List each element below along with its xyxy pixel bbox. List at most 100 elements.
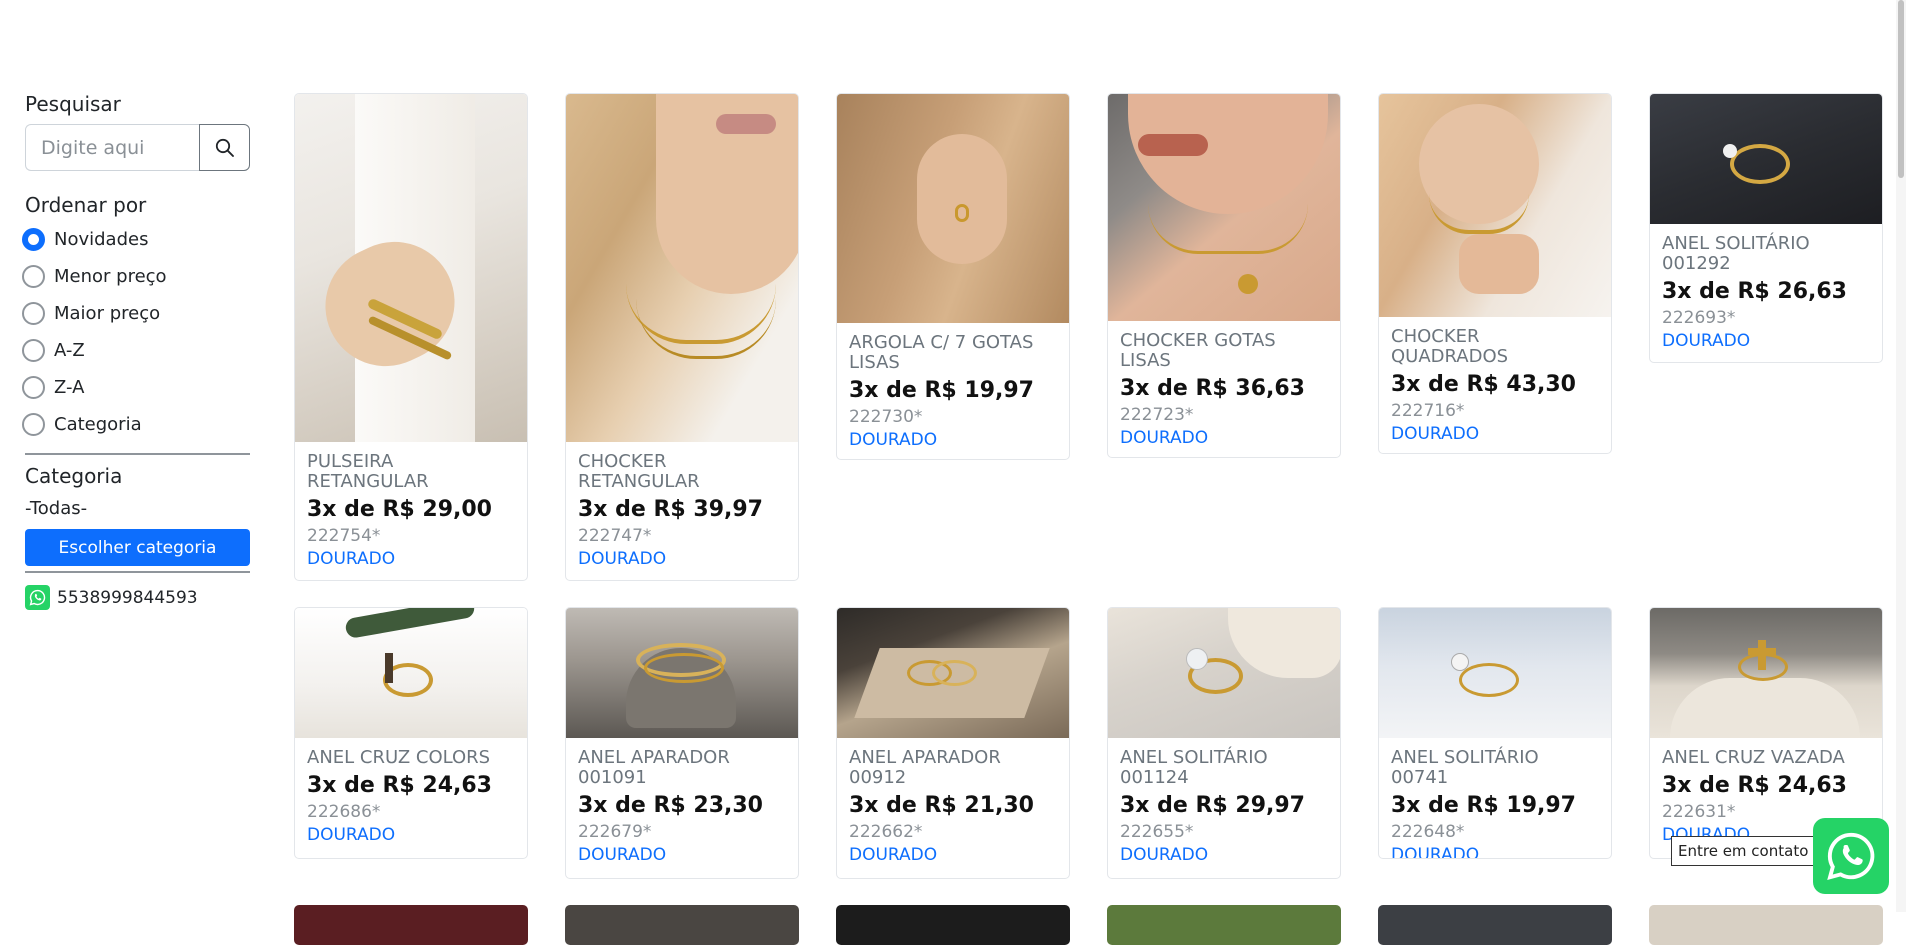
product-price: 3x de R$ 24,63 (1662, 773, 1847, 798)
product-name: ANEL CRUZ VAZADA (1662, 747, 1845, 768)
product-card[interactable] (836, 905, 1070, 945)
product-card[interactable]: ANEL SOLITÁRIO 001292 3x de R$ 26,63 222… (1649, 93, 1883, 363)
product-name: ANEL SOLITÁRIO 00741 (1391, 747, 1539, 788)
search-input[interactable] (25, 124, 199, 171)
product-variant[interactable]: DOURADO (849, 844, 1057, 866)
product-card[interactable]: ANEL SOLITÁRIO 00741 3x de R$ 19,97 2226… (1378, 607, 1612, 859)
radio-icon[interactable] (22, 413, 45, 436)
search-button[interactable] (199, 124, 250, 171)
radio-icon[interactable] (22, 265, 45, 288)
product-price: 3x de R$ 26,63 (1662, 279, 1847, 304)
product-image[interactable] (1108, 94, 1340, 321)
product-image[interactable] (1108, 608, 1340, 738)
product-card[interactable]: ARGOLA C/ 7 GOTAS LISAS 3x de R$ 19,97 2… (836, 93, 1070, 460)
product-code: 222754* (307, 526, 381, 546)
product-card[interactable]: CHOCKER QUADRADOS 3x de R$ 43,30 222716*… (1378, 93, 1612, 454)
product-variant[interactable]: DOURADO (578, 844, 786, 866)
sort-option-maior-preco[interactable]: Maior preço (22, 295, 250, 332)
product-price: 3x de R$ 43,30 (1391, 372, 1576, 397)
sort-options: Novidades Menor preço Maior preço A-Z Z-… (22, 221, 250, 443)
sort-option-label: A-Z (54, 340, 85, 361)
product-name: ANEL APARADOR 001091 (578, 747, 730, 788)
whatsapp-phone: 5538999844593 (57, 587, 198, 608)
product-price: 3x de R$ 23,30 (578, 793, 763, 818)
product-card[interactable] (1107, 905, 1341, 945)
choose-category-button[interactable]: Escolher categoria (25, 529, 250, 566)
product-name: ANEL SOLITÁRIO 001124 (1120, 747, 1268, 788)
product-price: 3x de R$ 19,97 (1391, 793, 1576, 818)
product-variant[interactable]: DOURADO (1120, 427, 1328, 449)
product-card[interactable]: ANEL APARADOR 001091 3x de R$ 23,30 2226… (565, 607, 799, 879)
whatsapp-icon (1827, 832, 1875, 880)
product-card[interactable]: PULSEIRA RETANGULAR 3x de R$ 29,00 22275… (294, 93, 528, 581)
product-variant[interactable]: DOURADO (1662, 330, 1870, 352)
product-card[interactable]: ANEL SOLITÁRIO 001124 3x de R$ 29,97 222… (1107, 607, 1341, 879)
whatsapp-float-button[interactable] (1813, 818, 1889, 894)
product-price: 3x de R$ 19,97 (849, 378, 1034, 403)
product-code: 222693* (1662, 308, 1736, 328)
product-code: 222686* (307, 802, 381, 822)
product-name: CHOCKER QUADRADOS (1391, 326, 1509, 367)
filter-sidebar: Pesquisar Ordenar por Novidades Menor pr… (22, 92, 250, 610)
product-code: 222679* (578, 822, 652, 842)
scrollbar-thumb[interactable] (1898, 0, 1904, 178)
product-name: PULSEIRA RETANGULAR (307, 451, 429, 492)
product-variant[interactable]: DOURADO (578, 548, 786, 570)
product-price: 3x de R$ 24,63 (307, 773, 492, 798)
sort-option-novidades[interactable]: Novidades (22, 221, 250, 258)
product-name: ANEL APARADOR 00912 (849, 747, 1001, 788)
category-label: Categoria (25, 464, 123, 488)
product-code: 222730* (849, 407, 923, 427)
radio-icon[interactable] (22, 339, 45, 362)
sort-option-menor-preco[interactable]: Menor preço (22, 258, 250, 295)
product-code: 222655* (1120, 822, 1194, 842)
product-image[interactable] (837, 608, 1069, 738)
product-code: 222648* (1391, 822, 1465, 842)
product-name: CHOCKER GOTAS LISAS (1120, 330, 1276, 371)
order-label: Ordenar por (25, 193, 147, 217)
whatsapp-contact[interactable]: 5538999844593 (25, 585, 250, 610)
product-card[interactable] (565, 905, 799, 945)
product-name: ARGOLA C/ 7 GOTAS LISAS (849, 332, 1034, 373)
product-code: 222723* (1120, 405, 1194, 425)
radio-icon[interactable] (22, 302, 45, 325)
product-card[interactable]: CHOCKER RETANGULAR 3x de R$ 39,97 222747… (565, 93, 799, 581)
search-group (25, 124, 250, 171)
product-variant[interactable]: DOURADO (307, 824, 515, 846)
scrollbar[interactable] (1896, 0, 1906, 912)
product-image[interactable] (1650, 608, 1882, 738)
product-image[interactable] (1379, 608, 1611, 738)
product-image[interactable] (295, 94, 527, 442)
product-image[interactable] (295, 608, 527, 738)
sort-option-a-z[interactable]: A-Z (22, 332, 250, 369)
product-variant[interactable]: DOURADO (849, 429, 1057, 451)
product-variant[interactable]: DOURADO (307, 548, 515, 570)
product-card[interactable]: ANEL APARADOR 00912 3x de R$ 21,30 22266… (836, 607, 1070, 879)
product-card[interactable]: CHOCKER GOTAS LISAS 3x de R$ 36,63 22272… (1107, 93, 1341, 458)
product-price: 3x de R$ 36,63 (1120, 376, 1305, 401)
product-name: ANEL CRUZ COLORS (307, 747, 491, 768)
product-price: 3x de R$ 29,00 (307, 497, 492, 522)
sort-option-z-a[interactable]: Z-A (22, 369, 250, 406)
product-card[interactable]: ANEL CRUZ COLORS 3x de R$ 24,63 222686* … (294, 607, 528, 859)
contact-tooltip: Entre em contato (1671, 836, 1816, 866)
product-image[interactable] (1379, 94, 1611, 317)
product-variant[interactable]: DOURADO (1391, 423, 1599, 445)
search-label: Pesquisar (25, 92, 121, 116)
product-variant[interactable]: DOURADO (1391, 844, 1599, 858)
sort-option-label: Categoria (54, 414, 142, 435)
product-card[interactable] (294, 905, 528, 945)
radio-icon[interactable] (22, 376, 45, 399)
product-image[interactable] (837, 94, 1069, 323)
product-image[interactable] (1650, 94, 1882, 224)
product-card[interactable] (1378, 905, 1612, 945)
product-card[interactable] (1649, 905, 1883, 945)
product-image[interactable] (566, 608, 798, 738)
sort-option-categoria[interactable]: Categoria (22, 406, 250, 443)
product-name: CHOCKER RETANGULAR (578, 451, 700, 492)
product-code: 222716* (1391, 401, 1465, 421)
product-variant[interactable]: DOURADO (1120, 844, 1328, 866)
radio-checked-icon[interactable] (22, 228, 45, 251)
whatsapp-icon (25, 585, 50, 610)
product-image[interactable] (566, 94, 798, 442)
